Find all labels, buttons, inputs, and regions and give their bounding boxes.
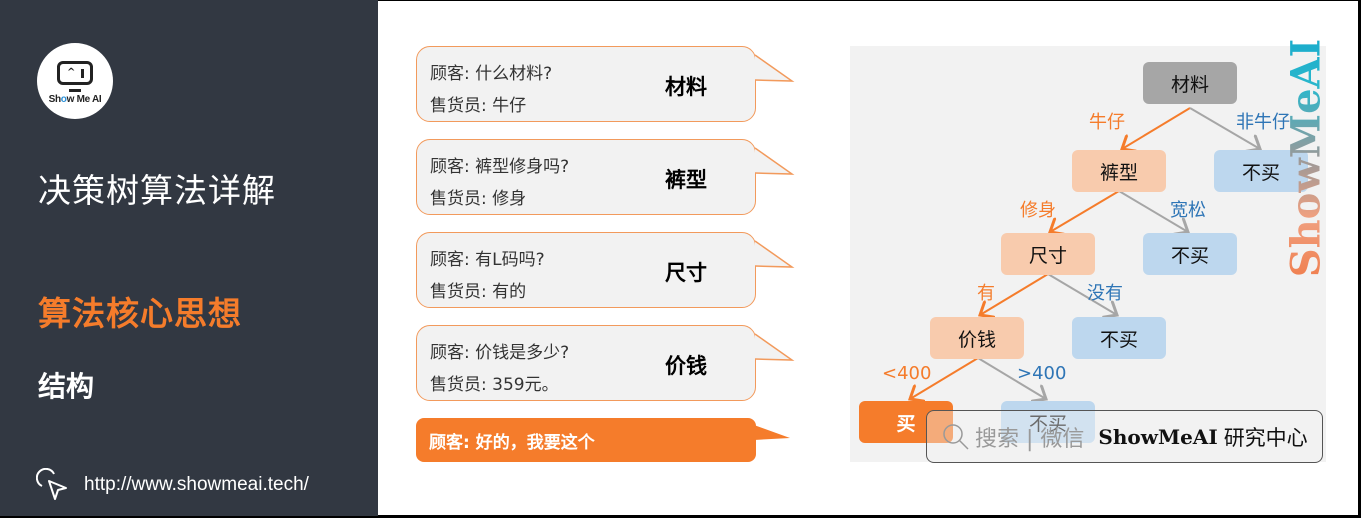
course-title: 决策树算法详解 [38, 171, 276, 210]
sidebar: ^ Show Me AI 决策树算法详解 算法核心思想 结构 http://ww… [0, 0, 378, 516]
dialogue-bubble: 顾客: 有L码吗? 售货员: 有的 尺寸 [416, 232, 756, 308]
edge-label-no: 宽松 [1170, 200, 1206, 221]
website-url[interactable]: http://www.showmeai.tech/ [84, 474, 309, 496]
seller-answer: 售货员: 359元。 [430, 375, 559, 395]
subsection-title: 结构 [38, 370, 95, 403]
dialogue-bubble: 顾客: 裤型修身吗? 售货员: 修身 裤型 [416, 139, 756, 215]
logo-text: Show Me AI [48, 94, 102, 105]
final-bubble: 顾客: 好的，我要这个 [416, 418, 756, 462]
website-link[interactable]: http://www.showmeai.tech/ [36, 468, 309, 502]
seller-answer: 售货员: 修身 [430, 189, 527, 209]
edge-label-no: 没有 [1087, 283, 1123, 304]
customer-question: 顾客: 价钱是多少? [430, 343, 570, 363]
showmeai-logo: ^ Show Me AI [37, 43, 113, 119]
search-hint: 搜索 | 微信 [975, 426, 1085, 452]
search-brand: ShowMeAI [1098, 424, 1218, 449]
tree-node-price: 价钱 [930, 317, 1024, 359]
dialogue-bubble: 顾客: 价钱是多少? 售货员: 359元。 价钱 [416, 325, 756, 401]
tree-leaf-no-buy: 不买 [1143, 233, 1237, 275]
search-brand-suffix: 研究中心 [1223, 425, 1308, 450]
customer-question: 顾客: 裤型修身吗? [430, 157, 570, 177]
dialogue-bubble: 顾客: 什么材料? 售货员: 牛仔 材料 [416, 46, 756, 122]
feature-label: 尺寸 [665, 261, 707, 285]
edge-label-yes: 有 [977, 283, 995, 304]
customer-decision: 顾客: 好的，我要这个 [429, 433, 595, 453]
edge-label-no: >400 [1017, 363, 1067, 384]
showmeai-watermark: ShowMeAI [1282, 38, 1330, 278]
monitor-icon: ^ [57, 61, 93, 85]
seller-answer: 售货员: 有的 [430, 282, 527, 302]
customer-question: 顾客: 什么材料? [430, 64, 553, 84]
tree-node-size: 尺寸 [1001, 233, 1095, 275]
cursor-click-icon [36, 468, 67, 500]
edge-label-yes: 牛仔 [1089, 112, 1125, 133]
edge-label-yes: 修身 [1020, 200, 1056, 221]
search-icon [943, 423, 969, 450]
tree-leaf-no-buy: 不买 [1072, 317, 1166, 359]
seller-answer: 售货员: 牛仔 [430, 96, 527, 116]
section-title: 算法核心思想 [38, 294, 242, 333]
feature-label: 材料 [665, 75, 707, 99]
tree-node-root: 材料 [1143, 62, 1237, 104]
feature-label: 裤型 [665, 168, 707, 192]
customer-question: 顾客: 有L码吗? [430, 250, 545, 270]
wechat-search-banner: 搜索 | 微信 ShowMeAI 研究中心 [926, 410, 1323, 463]
feature-label: 价钱 [665, 354, 707, 378]
edge-label-yes: <400 [882, 363, 932, 384]
tree-node-fit: 裤型 [1072, 150, 1166, 192]
